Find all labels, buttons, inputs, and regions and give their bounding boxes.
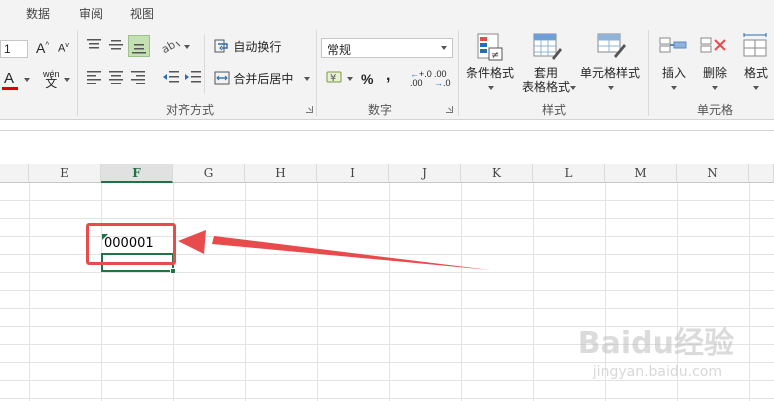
watermark-url: jingyan.baidu.com <box>592 364 722 380</box>
watermark-logo: Baidu经验 <box>577 326 734 361</box>
